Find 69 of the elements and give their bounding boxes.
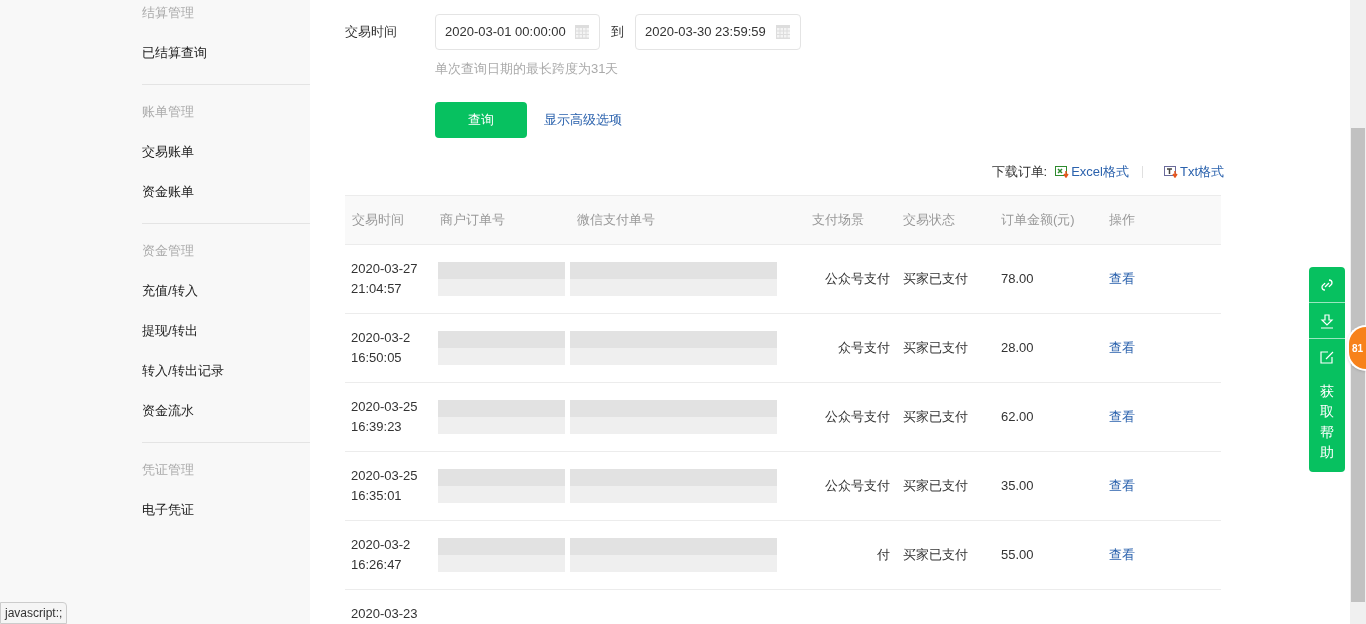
table-cell: 买家已支付 [903,477,968,493]
download-icon[interactable] [1319,312,1335,329]
download-label: 下载订单: [991,162,1048,181]
sidebar-item[interactable]: 已结算查询 [142,40,310,66]
table-cell-text: 2020-03-25 [351,397,419,416]
table-cell-text: 付 [877,545,890,564]
sidebar-item[interactable]: 转入/转出记录 [142,358,310,384]
calendar-icon[interactable] [574,24,590,40]
view-link[interactable]: 查看 [1109,477,1135,493]
table-cell-text: 公众号支付 [825,269,890,288]
table-cell-text: 16:50:05 [351,348,403,367]
table-cell: 28.00 [1001,339,1034,355]
table-cell-text: 众号支付 [838,338,890,357]
table-cell-text: 2020-03-23 [351,604,419,623]
table-cell: 买家已支付 [903,408,968,424]
download-link[interactable]: Excel格式 [1071,161,1129,182]
table-cell-text: 2020-03-2 [351,328,412,347]
table-cell-text: 16:39:23 [351,417,403,436]
table-cell-text: 公众号支付 [825,407,890,426]
column-header: 微信支付单号 [576,210,656,229]
table-cell-text: 21:04:57 [351,279,403,298]
edit-icon[interactable] [1319,349,1335,365]
view-link[interactable]: 查看 [1109,546,1135,562]
sidebar-item[interactable]: 电子凭证 [142,497,310,523]
column-header: 操作 [1108,210,1136,229]
column-header: 交易状态 [902,210,956,229]
column-header: 商户订单号 [439,210,506,229]
table-cell-text: 公众号支付 [825,476,890,495]
field-label: 交易时间 [345,23,398,41]
scrollbar[interactable] [1350,0,1366,624]
sidebar-item[interactable]: 资金账单 [142,179,310,205]
scrollbar-thumb[interactable] [1351,128,1365,602]
view-link[interactable]: 查看 [1109,270,1135,286]
column-header: 订单金额(元) [1000,210,1076,229]
table-cell: 买家已支付 [903,270,968,286]
sidebar-item[interactable]: 交易账单 [142,139,310,165]
table-cell: 62.00 [1001,408,1034,424]
table-cell: 买家已支付 [903,546,968,562]
status-tooltip: javascript:; [0,602,68,624]
range-separator: 到 [611,23,624,42]
table-cell: 55.00 [1001,546,1034,562]
sidebar-item[interactable]: 提现/转出 [142,318,310,344]
sidebar-item[interactable]: 充值/转入 [142,278,310,304]
table-cell-text: 2020-03-27 [351,259,419,278]
download-link[interactable]: Txt格式 [1179,161,1224,182]
start-date-field[interactable]: 2020-03-01 00:00:00 [435,14,600,50]
table-cell-text: 16:35:01 [351,486,403,505]
sidebar-group-title: 结算管理 [142,4,195,22]
calendar-icon[interactable] [775,24,791,40]
end-date-field[interactable]: 2020-03-30 23:59:59 [635,14,801,50]
column-header: 支付场景 [811,210,865,229]
sidebar-group-title: 账单管理 [142,103,195,121]
table-cell: 买家已支付 [903,339,968,355]
sidebar-group-title: 凭证管理 [142,461,195,479]
table-cell-text: 16:26:47 [351,555,403,574]
sidebar-item[interactable]: 资金流水 [142,398,310,424]
sidebar-group-title: 资金管理 [142,242,195,260]
link-icon[interactable] [1319,276,1335,293]
view-link[interactable]: 查看 [1109,408,1135,424]
table-cell-text: 2020-03-2 [351,535,412,554]
date-range-hint: 单次查询日期的最长跨度为31天 [435,60,620,78]
advanced-options-link[interactable]: 显示高级选项 [544,109,622,130]
spreadsheet-download-icon[interactable] [1055,165,1070,178]
table-cell: 78.00 [1001,270,1034,286]
table-cell: 35.00 [1001,477,1034,493]
column-header: 交易时间 [351,210,405,229]
view-link[interactable]: 查看 [1109,339,1135,355]
text-file-download-icon[interactable] [1163,165,1178,178]
table-cell-text: 2020-03-25 [351,466,419,485]
